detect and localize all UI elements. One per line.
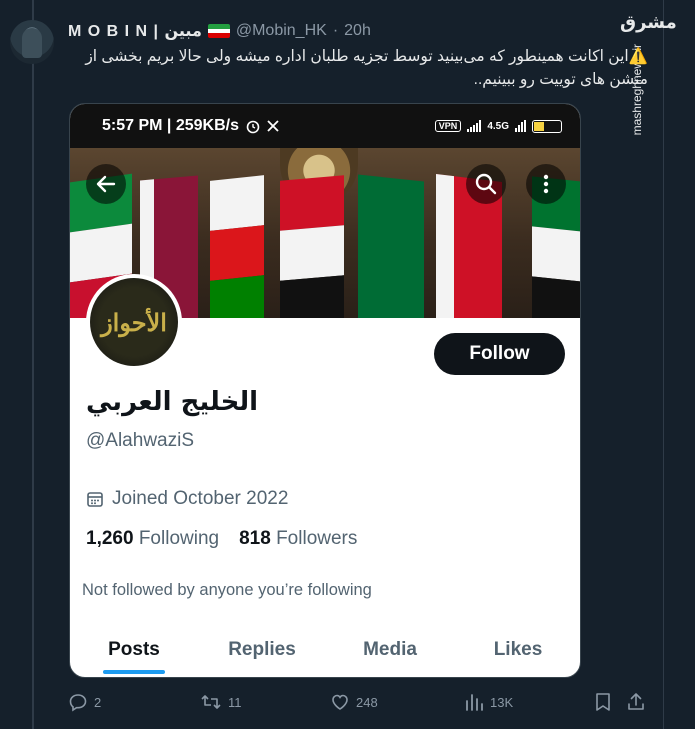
tweet-actions: 2 11 248 13K xyxy=(68,692,648,716)
embedded-screenshot[interactable]: 5:57 PM | 259KB/s VPN 4.5G الأحواز Follo… xyxy=(69,103,581,678)
arrow-left-icon xyxy=(96,175,116,193)
tab-media[interactable]: Media xyxy=(326,622,454,677)
more-vertical-icon xyxy=(543,174,549,194)
reply-button[interactable]: 2 xyxy=(68,692,101,712)
heart-icon xyxy=(332,694,348,710)
author-handle[interactable]: @Mobin_HK xyxy=(236,22,327,40)
retweet-count: 11 xyxy=(228,694,242,710)
signal-icon-2 xyxy=(515,120,526,132)
search-icon xyxy=(475,173,497,195)
profile-tabs: Posts Replies Media Likes xyxy=(70,622,580,677)
follow-counts: 1,260 Following 818 Followers xyxy=(86,528,357,550)
back-button[interactable] xyxy=(86,164,126,204)
profile-handle: @AlahwaziS xyxy=(86,430,194,451)
not-followed-note: Not followed by anyone you’re following xyxy=(82,581,372,599)
author-avatar[interactable] xyxy=(10,20,54,64)
tweet-body: این اکانت همینطور که می‌بینید توسط تجزیه… xyxy=(85,48,648,88)
analytics-icon xyxy=(466,694,483,711)
tab-likes[interactable]: Likes xyxy=(454,622,580,677)
vpn-badge: VPN xyxy=(434,120,462,132)
views-count: 13K xyxy=(490,694,514,710)
retweet-button[interactable]: 11 xyxy=(200,692,242,712)
reply-count: 2 xyxy=(94,694,102,710)
author-name[interactable]: M O B I N | مبین xyxy=(68,21,202,41)
like-button[interactable]: 248 xyxy=(330,692,378,712)
column-divider xyxy=(663,0,664,729)
followers-link[interactable]: 818 Followers xyxy=(239,528,357,550)
share-icon xyxy=(628,693,644,710)
reply-icon xyxy=(69,694,87,712)
tab-posts[interactable]: Posts xyxy=(70,622,198,677)
thread-line xyxy=(32,0,34,729)
flag-saudi xyxy=(358,174,424,318)
bookmark-button[interactable] xyxy=(594,692,612,712)
watermark-logo: مشرق xyxy=(620,12,677,33)
follow-button[interactable]: Follow xyxy=(434,333,565,375)
joined-date: Joined October 2022 xyxy=(86,488,288,510)
profile-avatar[interactable]: الأحواز xyxy=(86,274,182,370)
battery-icon xyxy=(532,119,562,133)
tweet-header: M O B I N | مبین @Mobin_HK · 20h xyxy=(68,20,371,42)
alarm-icon xyxy=(246,120,260,134)
search-button[interactable] xyxy=(466,164,506,204)
views-button[interactable]: 13K xyxy=(464,692,513,712)
x-logo-icon xyxy=(267,120,279,132)
following-link[interactable]: 1,260 Following xyxy=(86,528,219,550)
flag-oman xyxy=(210,175,264,318)
phone-status-bar: 5:57 PM | 259KB/s VPN 4.5G xyxy=(70,104,580,148)
retweet-icon xyxy=(201,695,221,709)
flag-syria xyxy=(280,175,344,318)
like-count: 248 xyxy=(356,694,378,710)
following-count: 1,260 xyxy=(86,528,134,549)
warning-icon: ⚠️ xyxy=(628,48,648,65)
status-time: 5:57 PM | 259KB/s xyxy=(102,117,239,134)
tab-replies[interactable]: Replies xyxy=(198,622,326,677)
share-button[interactable] xyxy=(626,692,646,712)
more-button[interactable] xyxy=(526,164,566,204)
joined-text: Joined October 2022 xyxy=(112,488,289,509)
followers-label: Followers xyxy=(276,528,358,549)
tweet-text: ⚠️این اکانت همینطور که می‌بینید توسط تجز… xyxy=(66,45,648,91)
calendar-icon xyxy=(87,492,103,507)
followers-count: 818 xyxy=(239,528,271,549)
profile-display-name: الخليج العربي xyxy=(86,387,259,417)
bookmark-icon xyxy=(596,693,610,711)
separator-dot: · xyxy=(332,22,339,39)
avatar-logo-text: الأحواز xyxy=(101,308,167,337)
tweet-time[interactable]: 20h xyxy=(344,22,371,40)
network-type: 4.5G xyxy=(487,120,509,132)
following-label: Following xyxy=(138,528,220,549)
iran-flag-icon xyxy=(207,24,230,38)
signal-icon xyxy=(467,120,482,132)
